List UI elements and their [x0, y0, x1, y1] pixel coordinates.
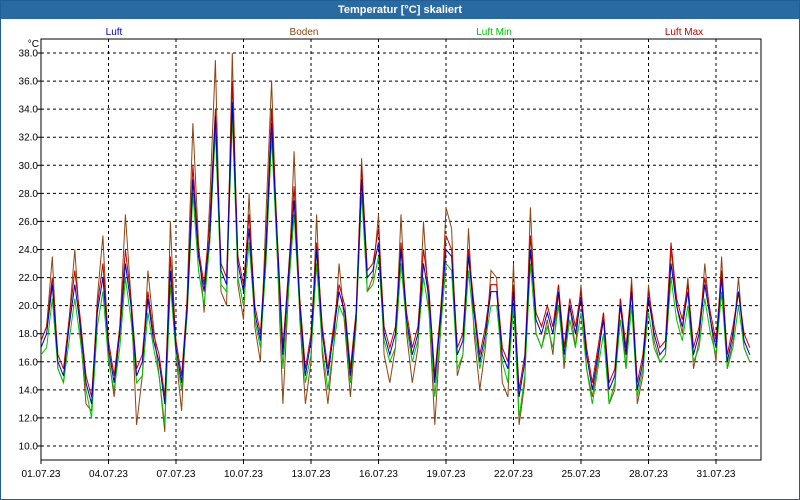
y-axis-unit: °C	[28, 39, 39, 50]
y-tick-label: 24.0	[19, 245, 39, 256]
x-tick-label: 04.07.23	[89, 469, 128, 480]
x-tick-label: 31.07.23	[697, 469, 736, 480]
x-tick-label: 10.07.23	[224, 469, 263, 480]
x-tick-label: 19.07.23	[427, 469, 466, 480]
y-tick-label: 16.0	[19, 357, 39, 368]
chart-svg: 10.0 12.0 14.0 16.0 18.0 20.0 22.0 24.0 26.0 28.0…	[19, 27, 762, 480]
legend-luft: Luft	[106, 27, 123, 38]
y-tick-label: 36.0	[19, 77, 39, 88]
y-tick-label: 26.0	[19, 217, 39, 228]
legend-boden: Boden	[290, 27, 319, 38]
x-tick-label: 13.07.23	[292, 469, 331, 480]
y-tick-label: 14.0	[19, 385, 39, 396]
y-tick-label: 28.0	[19, 189, 39, 200]
x-tick-label: 01.07.23	[22, 469, 61, 480]
x-tick-label: 22.07.23	[494, 469, 533, 480]
y-tick-label: 18.0	[19, 329, 39, 340]
y-tick-label: 30.0	[19, 161, 39, 172]
y-tick-label: 32.0	[19, 133, 39, 144]
y-tick-label: 20.0	[19, 301, 39, 312]
y-tick-label: 38.0	[19, 49, 39, 60]
y-tick-label: 34.0	[19, 105, 39, 116]
chart-window: Temperatur [°C] skaliert 10.0 12.0 14.0 16.…	[0, 0, 800, 500]
legend-luft-min: Luft Min	[476, 27, 512, 38]
x-tick-label: 16.07.23	[359, 469, 398, 480]
x-tick-label: 07.07.23	[157, 469, 196, 480]
y-tick-label: 12.0	[19, 413, 39, 424]
legend-luft-max: Luft Max	[665, 27, 703, 38]
x-tick-label: 28.07.23	[629, 469, 668, 480]
x-tick-label: 25.07.23	[562, 469, 601, 480]
y-tick-label: 10.0	[19, 441, 39, 452]
y-tick-label: 22.0	[19, 273, 39, 284]
